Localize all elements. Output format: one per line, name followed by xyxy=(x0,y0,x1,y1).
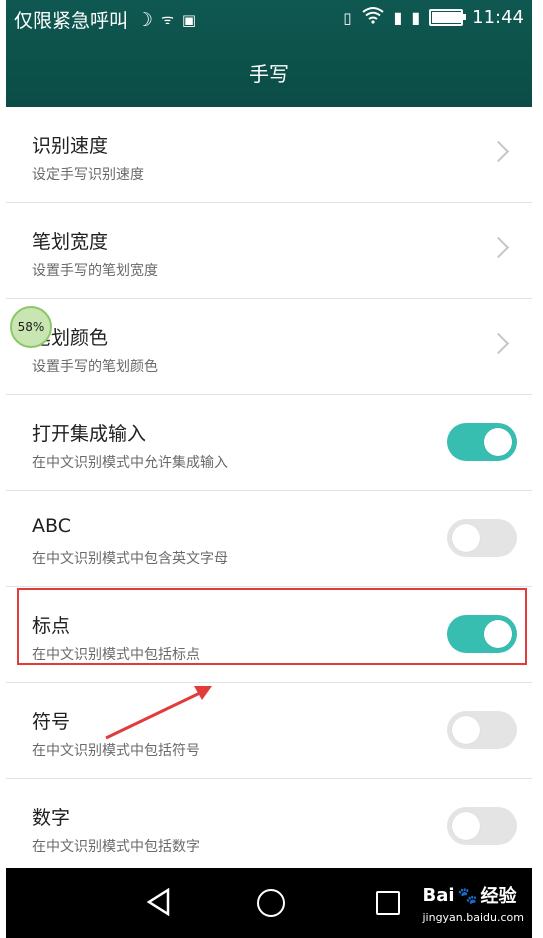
toggle-knob xyxy=(452,812,480,840)
watermark-brand: Bai xyxy=(422,884,455,906)
watermark-url: jingyan.baidu.com xyxy=(422,911,524,924)
home-button[interactable] xyxy=(257,889,285,917)
setting-title: 数字 xyxy=(32,807,71,829)
recent-apps-button[interactable] xyxy=(376,891,400,915)
toggle-switch[interactable] xyxy=(447,807,517,845)
baidu-watermark: Bai 🐾 经验 jingyan.baidu.com xyxy=(422,882,524,925)
annotation-arrow xyxy=(105,686,212,740)
navigation-bar: Bai 🐾 经验 jingyan.baidu.com xyxy=(6,868,532,938)
paw-icon: 🐾 xyxy=(457,885,478,905)
back-button[interactable] xyxy=(146,888,172,916)
watermark-suffix: 经验 xyxy=(480,886,517,907)
setting-subtitle: 在中文识别模式中包括数字 xyxy=(32,839,200,855)
phone-screen: 仅限紧急呼叫 ☽ ᯤ ▣ ▯ ▮ ▮ 11:44 手写 识别速度 设定手写识别速度… xyxy=(6,0,532,938)
